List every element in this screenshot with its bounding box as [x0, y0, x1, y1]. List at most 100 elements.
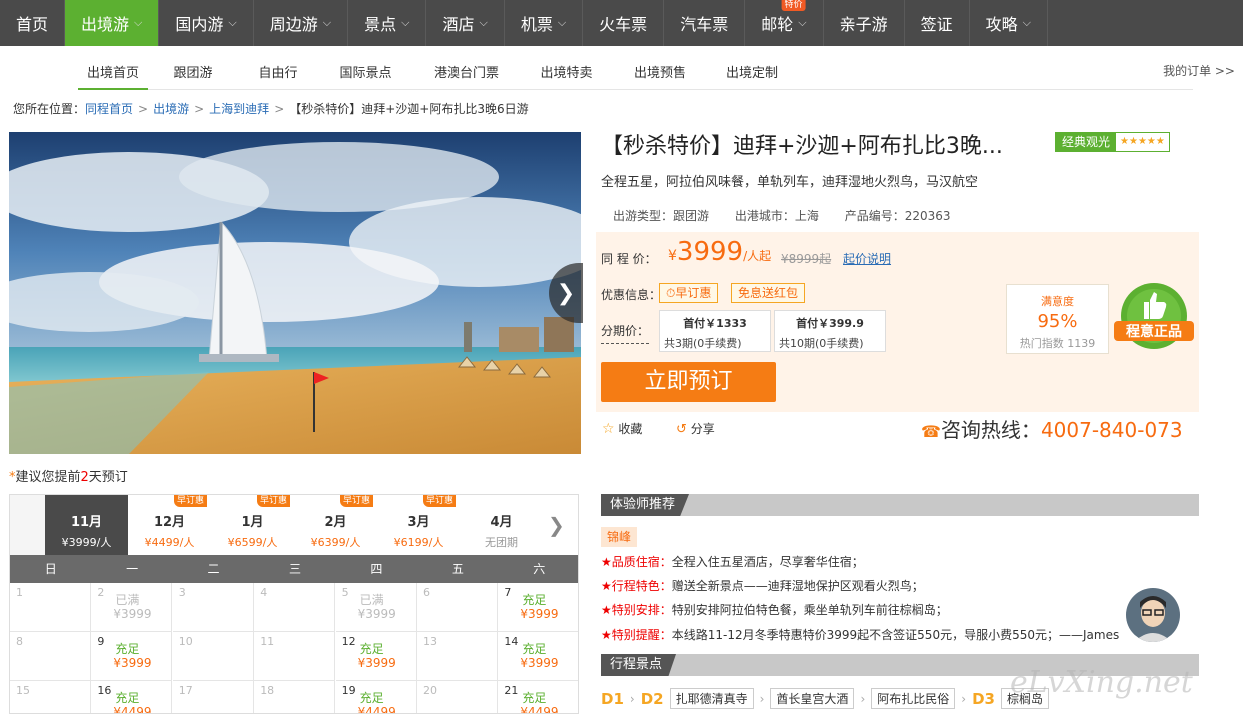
arrow-icon: › [629, 691, 635, 706]
subnav-item[interactable]: 出境特卖 [520, 56, 613, 90]
installment-option-3[interactable]: 首付￥1333 共3期(0手续费) [659, 310, 771, 352]
calendar-weekdays: 日一二三四五六 [10, 555, 578, 583]
recommendation-key: ★行程特色： [601, 579, 672, 593]
recommendation-text: 赠送全新景点——迪拜湿地保护区观看火烈鸟； [671, 579, 924, 593]
calendar-day[interactable]: 12 充足 ¥3999 [335, 632, 417, 681]
yen-sign: ¥ [668, 248, 677, 264]
nav-item[interactable]: 国内游 ⌵ [159, 0, 254, 46]
calendar-month-tab[interactable]: 1月 ¥6599/人 早订惠 [211, 495, 294, 555]
day-number: 20 [423, 684, 437, 697]
nav-item[interactable]: 出境游 ⌵ [65, 0, 160, 46]
recommendation-key: ★特别安排： [601, 603, 672, 617]
nav-item[interactable]: 邮轮 ⌵ 特价 [745, 0, 824, 46]
breadcrumb: 您所在位置：同程首页 > 出境游 > 上海到迪拜 > 【秒杀特价】迪拜+沙迦+阿布扎比3晚6… [13, 100, 529, 117]
day-number: 6 [423, 586, 430, 599]
subnav-item[interactable]: 跟团游 [148, 56, 238, 90]
departure-calendar: 11月 ¥3999/人 1 2月 ¥4499/人 早订惠 1月 ¥6599/人 早订惠 2月 ¥63… [9, 494, 579, 714]
day-number: 1 [16, 586, 23, 599]
calendar-day[interactable]: 14 充足 ¥3999 [498, 632, 578, 681]
route-spot[interactable]: 阿布扎比民俗 [871, 688, 956, 709]
nav-item[interactable]: 酒店 ⌵ [426, 0, 505, 46]
availability-status: 已满 [359, 593, 384, 607]
calendar-day[interactable]: 7 充足 ¥3999 [498, 583, 578, 632]
route-spot[interactable]: 扎耶德清真寺 [669, 688, 754, 709]
book-now-button[interactable]: 立即预订 [601, 362, 776, 402]
phone-icon: ☎ [921, 422, 941, 441]
subnav-item[interactable]: 出境预售 [613, 56, 707, 90]
advisor-avatar [1126, 588, 1180, 642]
calendar-day[interactable]: 21 充足 ¥4499 [498, 681, 578, 713]
month-label: 2月 [324, 515, 347, 530]
availability-status: 充足 [522, 642, 547, 656]
favorite-button[interactable]: ☆ 收藏 [602, 420, 642, 437]
nav-item-label: 周边游 [269, 15, 318, 34]
calendar-month-tab[interactable]: 3月 ¥6199/人 早订惠 [377, 495, 460, 555]
nav-item-label: 景点 [364, 15, 397, 34]
nav-item[interactable]: 机票 ⌵ [505, 0, 584, 46]
calendar-day: 4 [254, 583, 336, 632]
calendar-day[interactable]: 9 充足 ¥3999 [91, 632, 173, 681]
subnav-item[interactable]: 国际景点 [318, 56, 413, 90]
nav-item[interactable]: 火车票 [583, 0, 665, 46]
month-label: 11月 [70, 515, 103, 530]
early-bird-tag: 早订惠 [339, 495, 373, 507]
nav-item[interactable]: 攻略 ⌵ [970, 0, 1048, 46]
breadcrumb-link-home[interactable]: 同程首页 [85, 102, 133, 116]
subnav-item[interactable]: 出境定制 [707, 56, 797, 90]
month-label: 1月 [241, 515, 264, 530]
day-price: ¥3999 [113, 607, 152, 621]
calendar-month-tab[interactable]: 2月 ¥6399/人 早订惠 [294, 495, 377, 555]
nav-item[interactable]: 亲子游 [824, 0, 905, 46]
chevron-down-icon: ⌵ [479, 16, 488, 29]
breadcrumb-separator: > [194, 102, 205, 116]
day-number: 10 [178, 635, 193, 648]
nav-item-label: 火车票 [599, 15, 648, 34]
early-bird-tag: 早订惠 [173, 495, 207, 507]
calendar-day: 10 [172, 632, 254, 681]
my-orders-link[interactable]: 我的订单 >> [1163, 62, 1235, 79]
breadcrumb-link-outbound[interactable]: 出境游 [153, 102, 189, 116]
calendar-day[interactable]: 19 充足 ¥4499 [336, 681, 417, 713]
subnav-item[interactable]: 出境首页 [78, 56, 148, 90]
nav-item-label: 国内游 [175, 15, 224, 34]
nav-item-label: 出境游 [81, 15, 130, 34]
calendar-month-tab[interactable]: 4月 无团期 [460, 495, 543, 555]
advisor-name-tag: 锦峰 [601, 527, 638, 547]
route-spot[interactable]: 酋长皇宫大酒 [770, 688, 855, 709]
calendar-day: 15 [10, 681, 91, 713]
price-explain-link[interactable]: 起价说明 [843, 250, 891, 267]
day-label: D1 [601, 689, 624, 708]
day-number: 19 [341, 684, 356, 697]
weekday-header: 一 [126, 562, 139, 576]
nav-item[interactable]: 景点 ⌵ [348, 0, 427, 46]
breadcrumb-link-route[interactable]: 上海到迪拜 [209, 102, 269, 116]
product-meta: 出游类型：跟团游 出港城市：上海 产品编号：220363 [613, 207, 973, 224]
month-price: ¥4499/人 [144, 536, 195, 549]
interest-free-promo[interactable]: 免息送红包 [731, 283, 806, 303]
day-number: 16 [97, 684, 112, 697]
arrow-icon: › [860, 691, 866, 706]
calendar-month-tabs: 11月 ¥3999/人 12月 ¥4499/人 早订惠 1月 ¥6599/人 早订惠 2月 ¥63… [10, 495, 578, 555]
installment-option-10[interactable]: 首付￥399.9 共10期(0手续费) [774, 310, 886, 352]
calendar-month-tab[interactable]: 12月 ¥4499/人 早订惠 [128, 495, 211, 555]
nav-item[interactable]: 周边游 ⌵ [254, 0, 349, 46]
day-label: D3 [972, 689, 995, 708]
chevron-right-icon[interactable]: ❯ [548, 513, 565, 537]
hotline-number: 4007-840-073 [1040, 418, 1183, 442]
avatar-graphic [1126, 588, 1180, 642]
weekday-header: 五 [451, 562, 464, 576]
share-button[interactable]: ↺ 分享 [676, 420, 715, 437]
nav-item[interactable]: 首页 [0, 0, 66, 46]
calendar-day[interactable]: 16 充足 ¥4499 [91, 681, 173, 713]
subnav-item[interactable]: 港澳台门票 [413, 56, 520, 90]
calendar-prev-area [10, 495, 45, 555]
day-price: ¥3999 [357, 607, 396, 621]
nav-item[interactable]: 汽车票 [664, 0, 746, 46]
advance-pre: 建议您提前 [15, 470, 81, 485]
subnav-item[interactable]: 自由行 [238, 56, 318, 90]
calendar-month-tab[interactable]: 11月 ¥3999/人 [45, 495, 128, 555]
nav-item[interactable]: 签证 [905, 0, 970, 46]
availability-status: 充足 [359, 642, 384, 656]
early-bird-promo[interactable]: ⏱早订惠 [659, 283, 719, 303]
calendar-day: 20 [417, 681, 498, 713]
